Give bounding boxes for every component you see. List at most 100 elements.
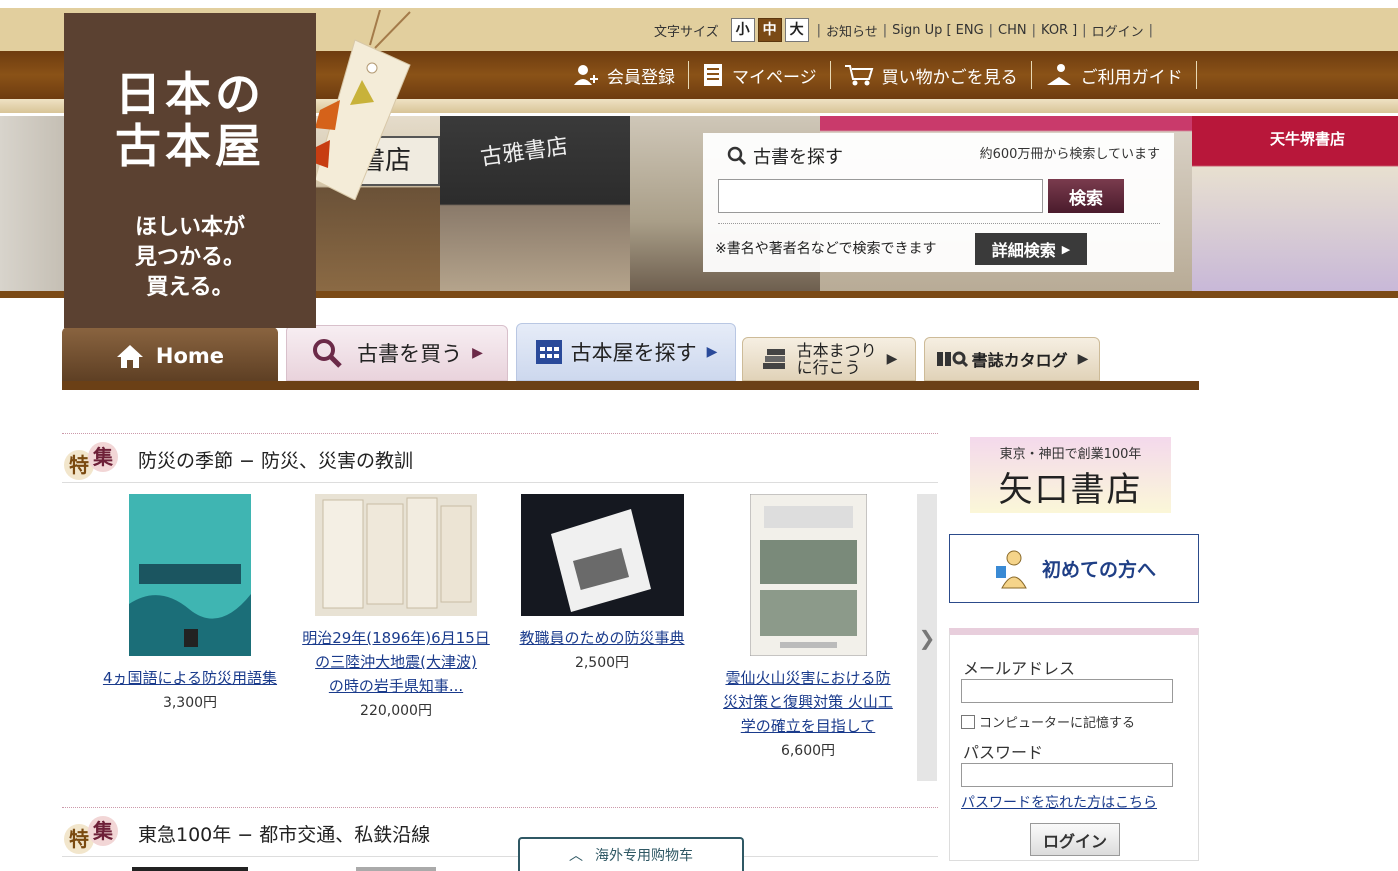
feature-badge: 特 集 (62, 440, 122, 480)
feature-title[interactable]: 防災の季節 − 防災、災害の教訓 (138, 446, 413, 473)
hero-photo-6: 天牛堺書店 (1192, 116, 1398, 292)
product-title-line: の時の岩手県知事... (328, 677, 464, 695)
utility-links: 文字サイズ 小 中 大 | お知らせ | Sign Up [ ENG | CHN… (654, 17, 1158, 43)
logo-tagline-line1: ほしい本が (134, 215, 245, 240)
first-time-visitors-button[interactable]: 初めての方へ (949, 534, 1199, 603)
tab-book-festival[interactable]: 古本まつり に行こう ▶ (742, 337, 916, 381)
logo-tagline-line3: 買える。 (146, 275, 234, 300)
product-title-line: 学の確立を目指して (740, 717, 876, 735)
product-item: 雲仙火山災害における防 災対策と復興対策 火山工 学の確立を目指して 6,600… (708, 493, 908, 760)
search-panel: 古書を探す 約600万冊から検索しています 検索 ※書名や著者名などで検索できま… (703, 133, 1174, 272)
product-price: 2,500円 (574, 655, 630, 671)
search-button[interactable]: 検索 (1048, 179, 1124, 213)
product-item: 教職員のための防災事典 2,500円 (502, 494, 702, 672)
advanced-search-button[interactable]: 詳細検索 ▶ (975, 233, 1087, 265)
font-size-large-button[interactable]: 大 (784, 18, 809, 42)
tab-find-shop[interactable]: 古本屋を探す ▶ (516, 323, 736, 381)
tabs-base-border (62, 381, 1199, 390)
feature-badge-2: 集 (88, 442, 118, 472)
mypage-link[interactable]: マイページ (689, 61, 831, 89)
user-add-icon (574, 65, 598, 85)
feature-title[interactable]: 東急100年 − 都市交通、私鉄沿線 (138, 820, 430, 847)
tab-home[interactable]: Home (62, 327, 278, 385)
overseas-cart-tab[interactable]: ︿ 海外专用购物车 (518, 837, 744, 871)
carousel-next-button[interactable]: ❯ (917, 494, 937, 781)
chevron-right-icon: ▶ (1077, 351, 1089, 367)
remember-label: コンピューターに記憶する (979, 716, 1136, 731)
yaguchi-bookstore-banner[interactable]: 東京・神田で創業100年 矢口書店 (970, 437, 1171, 513)
lang-chn-link[interactable]: CHN (998, 23, 1027, 38)
product-title-line: 教職員のための防災事典 (519, 629, 685, 647)
product-cover-image[interactable] (356, 867, 436, 871)
view-cart-link[interactable]: 買い物かごを見る (831, 61, 1032, 89)
view-cart-label: 買い物かごを見る (881, 67, 1018, 88)
home-icon (116, 345, 143, 368)
forgot-password-link[interactable]: パスワードを忘れた方はこちら (961, 792, 1157, 812)
tab-catalog[interactable]: 書誌カタログ ▶ (924, 337, 1100, 381)
product-title-link[interactable]: 雲仙火山災害における防 災対策と復興対策 火山工 学の確立を目指して (708, 666, 908, 738)
signup-bracket-close: ] (1072, 22, 1078, 38)
banner-title: 矢口書店 (998, 470, 1143, 510)
search-icon (313, 339, 342, 368)
chevron-right-icon: ▶ (886, 350, 898, 367)
product-item: 明治29年(1896年)6月15日 の三陸沖大地震(大津波) の時の岩手県知事.… (296, 494, 496, 720)
product-title-line: 4ヵ国語による防災用語集 (102, 669, 278, 687)
banner-subtitle: 東京・神田で創業100年 (999, 447, 1142, 462)
grid-icon (535, 340, 562, 364)
product-item: 4ヵ国語による防災用語集 3,300円 (90, 494, 290, 712)
product-title-link[interactable]: 4ヵ国語による防災用語集 (90, 666, 290, 690)
lang-kor-link[interactable]: KOR (1041, 23, 1068, 38)
tab-catalog-label: 書誌カタログ (971, 351, 1068, 370)
tab-festival-line2: に行こう (796, 358, 861, 377)
search-icon (727, 146, 747, 166)
site-logo[interactable]: 日本の 古本屋 ほしい本が 見つかる。 買える。 (64, 13, 316, 328)
product-price: 220,000円 (360, 703, 432, 719)
login-link[interactable]: ログイン (1092, 21, 1144, 40)
font-size-medium-button[interactable]: 中 (757, 18, 782, 42)
login-button[interactable]: ログイン (1030, 823, 1120, 856)
password-field[interactable] (961, 763, 1173, 787)
chevron-right-icon: ▶ (472, 345, 483, 361)
email-label: メールアドレス (963, 659, 1076, 678)
chevron-right-icon: ❯ (918, 625, 936, 650)
feature-header: 特 集 東急100年 − 都市交通、私鉄沿線 (62, 807, 938, 857)
logo-tagline: ほしい本が 見つかる。 買える。 (64, 213, 316, 303)
news-link[interactable]: お知らせ (826, 21, 878, 40)
password-label: パスワード (963, 743, 1044, 762)
tab-home-label: Home (155, 344, 225, 368)
tab-buy-books[interactable]: 古書を買う ▶ (286, 325, 508, 381)
product-title-link[interactable]: 教職員のための防災事典 (502, 626, 702, 650)
product-title-link[interactable]: 明治29年(1896年)6月15日 の三陸沖大地震(大津波) の時の岩手県知事.… (296, 626, 496, 698)
logo-title: 日本の 古本屋 (64, 68, 316, 172)
member-register-link[interactable]: 会員登録 (560, 61, 689, 89)
mypage-label: マイページ (732, 67, 817, 88)
tab-festival-line1: 古本まつり (796, 341, 877, 360)
product-cover-image[interactable] (129, 494, 251, 656)
user-guide-link[interactable]: ご利用ガイド (1032, 61, 1197, 89)
logo-title-line2: 古本屋 (115, 119, 265, 173)
product-cover-image[interactable] (132, 867, 248, 871)
tab-shop-label: 古本屋を探す (570, 341, 697, 365)
hero-photo-3: 古雅書店 (440, 116, 630, 292)
remember-checkbox[interactable] (961, 714, 975, 729)
font-size-small-button[interactable]: 小 (730, 18, 755, 42)
product-cover-image[interactable] (315, 494, 477, 616)
chevron-up-icon: ︿ (569, 848, 583, 864)
product-cover-image[interactable] (520, 494, 684, 616)
member-register-label: 会員登録 (607, 67, 675, 88)
search-title: 古書を探す (727, 143, 843, 169)
product-cover-image[interactable] (749, 493, 867, 657)
remember-me[interactable]: コンピューターに記憶する (961, 712, 1135, 731)
main-nav: 会員登録 マイページ 買い物かごを見る ご利用ガイド (560, 58, 1197, 92)
product-title-line: 災対策と復興対策 火山工 (723, 693, 893, 711)
tab-buy-label: 古書を買う (357, 342, 463, 366)
search-note: ※書名や著者名などで検索できます (715, 241, 937, 257)
signup-label: Sign Up [ (892, 22, 952, 38)
notebook-icon (704, 64, 722, 86)
lang-eng-link[interactable]: ENG (956, 23, 984, 38)
user-guide-label: ご利用ガイド (1080, 67, 1183, 88)
email-field[interactable] (961, 679, 1173, 703)
font-size-label: 文字サイズ (654, 24, 719, 40)
search-input[interactable] (718, 179, 1043, 213)
books-icon (762, 349, 785, 369)
